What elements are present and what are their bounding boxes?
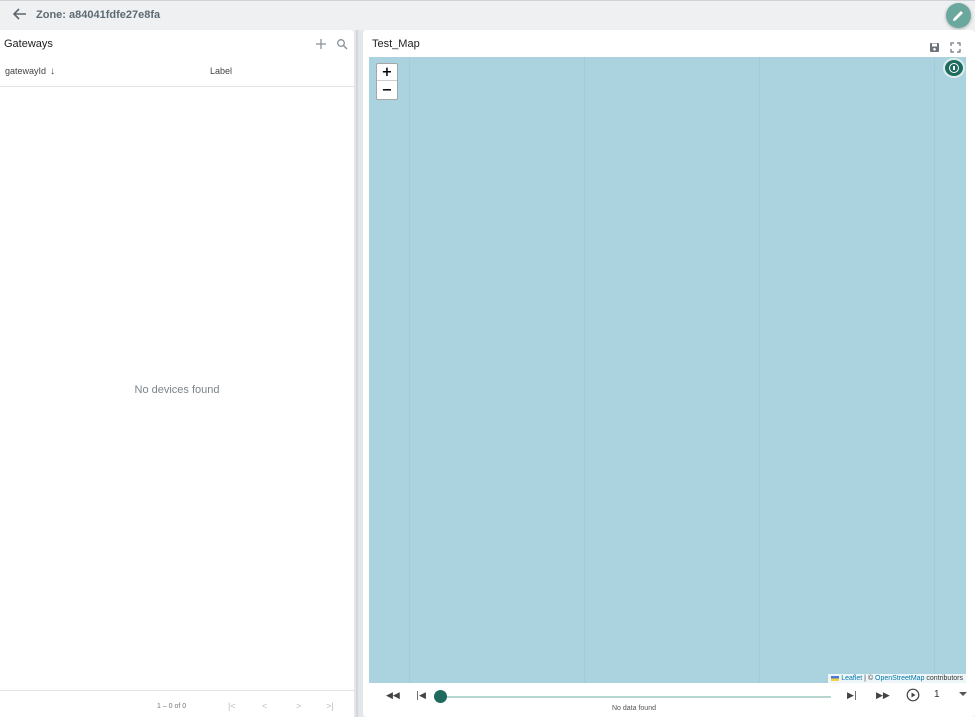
previous-page-button[interactable]: < [262, 701, 267, 711]
column-header-label[interactable]: Label [210, 66, 232, 76]
arrow-down-icon: ↓ [50, 66, 56, 77]
gateways-panel: Gateways gatewayId ↓ Label No devices fou… [0, 30, 354, 717]
last-page-button[interactable]: >| [326, 701, 334, 711]
panel-title: Gateways [4, 38, 53, 50]
playback-speed[interactable]: 1 [934, 689, 940, 700]
first-page-button[interactable]: |< [228, 701, 236, 711]
play-button[interactable] [906, 688, 920, 707]
chevron-down-icon[interactable] [959, 692, 967, 696]
add-icon [316, 39, 326, 49]
pagination-range: 1 – 0 of 0 [157, 703, 187, 710]
no-data-message: No data found [612, 705, 656, 712]
footer-divider [0, 690, 354, 691]
header-divider [0, 86, 354, 87]
save-icon [930, 43, 939, 52]
fullscreen-button[interactable] [950, 40, 961, 53]
save-button[interactable] [929, 40, 940, 52]
add-gateway-button[interactable] [315, 37, 327, 49]
search-icon [337, 39, 348, 50]
zoom-control: + − [376, 63, 398, 100]
zoom-out-button[interactable]: − [377, 82, 397, 99]
edit-button[interactable] [946, 3, 971, 28]
map-canvas[interactable]: + − Leaflet | © OpenStreetMap contributo… [369, 57, 966, 683]
column-label: gatewayId [5, 66, 47, 76]
tile-boundary [759, 57, 760, 683]
fullscreen-icon [950, 42, 961, 53]
skip-previous-icon[interactable]: |◀ [416, 691, 426, 701]
back-button[interactable] [11, 7, 29, 23]
column-header-gatewayid[interactable]: gatewayId ↓ [5, 66, 55, 77]
map-panel: Test_Map + − Leaflet | © OpenStreetMap c… [363, 30, 975, 717]
panel-resizer[interactable] [354, 30, 363, 717]
map-info-button[interactable] [943, 58, 965, 78]
fast-rewind-icon[interactable]: ◀◀ [386, 691, 400, 701]
info-icon [949, 63, 959, 73]
openstreetmap-link[interactable]: OpenStreetMap [875, 675, 924, 682]
flag-icon [831, 675, 840, 681]
arrow-back-icon [12, 8, 26, 20]
empty-message: No devices found [134, 384, 220, 396]
top-bar: Zone: a84041fdfe27e8fa [0, 0, 975, 28]
next-page-button[interactable]: > [296, 701, 301, 711]
attribution-suffix: contributors [924, 675, 963, 682]
leaflet-link[interactable]: Leaflet [841, 675, 862, 682]
timeline-slider-thumb[interactable] [434, 690, 447, 703]
tile-boundary [934, 57, 935, 683]
map-attribution: Leaflet | © OpenStreetMap contributors [828, 674, 966, 683]
play-circle-icon [906, 688, 920, 702]
skip-next-icon[interactable]: ▶| [847, 691, 857, 701]
search-button[interactable] [336, 37, 348, 50]
timeline-controls: ◀◀ |◀ ▶| ▶▶ 1 No data found [369, 685, 969, 717]
map-title: Test_Map [372, 38, 420, 50]
zoom-in-button[interactable]: + [377, 64, 397, 81]
zone-title: Zone: a84041fdfe27e8fa [36, 9, 161, 21]
fast-forward-icon[interactable]: ▶▶ [876, 691, 890, 701]
tile-boundary [584, 57, 585, 683]
attribution-separator: | © [862, 675, 876, 682]
pencil-icon [953, 11, 963, 21]
tile-boundary [409, 57, 410, 683]
timeline-track[interactable] [441, 696, 831, 698]
